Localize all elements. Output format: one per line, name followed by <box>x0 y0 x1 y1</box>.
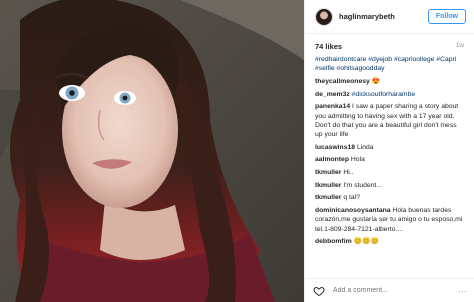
avatar[interactable] <box>315 7 333 26</box>
comment-text: q tal? <box>343 194 360 202</box>
list-item: aalmontep Hola <box>315 155 464 164</box>
instagram-post-view: haglinmarybeth Follow 74 likes 1w #redha… <box>0 0 474 302</box>
more-options-icon[interactable]: ··· <box>458 286 467 296</box>
list-item: tkmuller q tal? <box>315 193 464 202</box>
post-details-panel: haglinmarybeth Follow 74 likes 1w #redha… <box>304 0 474 302</box>
comment-username[interactable]: lucaswins18 <box>315 144 355 151</box>
add-comment-bar: ··· <box>305 278 474 302</box>
post-time[interactable]: 1w <box>456 42 464 51</box>
comment-username[interactable]: aalmontep <box>315 156 349 163</box>
comment-text[interactable]: #dicksoutforharambe <box>352 91 415 98</box>
post-header: haglinmarybeth Follow <box>305 0 474 34</box>
comment-text: I'm student... <box>343 181 383 189</box>
comment-username[interactable]: dominicanosoysantana <box>315 207 391 214</box>
comment-text: 😊😊😊 <box>353 238 379 246</box>
selfie-image <box>0 0 304 302</box>
comment-text: 😍 <box>371 77 381 85</box>
heart-icon[interactable] <box>313 285 325 297</box>
list-item: de_mem3z #dicksoutforharambe <box>315 90 464 99</box>
comment-list: #redhairdontcare #dyejob #caprioollege #… <box>305 55 474 277</box>
list-item: lucaswins18 Linda <box>315 143 464 152</box>
add-comment-input[interactable] <box>333 287 458 294</box>
comment-text: Hola <box>350 156 365 164</box>
list-item: theycallmeonesy 😍 <box>315 77 464 86</box>
comment-username[interactable]: debbomfim <box>315 238 352 245</box>
likes-count[interactable]: 74 likes <box>315 42 342 51</box>
caption-hashtags[interactable]: #redhairdontcare #dyejob #caprioollege #… <box>315 55 464 73</box>
post-photo[interactable] <box>0 0 304 302</box>
list-item: panenka14 I saw a paper sharing a story … <box>315 102 464 139</box>
comment-username[interactable]: tkmuller <box>315 169 341 176</box>
list-item: tkmuller I'm student... <box>315 181 464 190</box>
username-link[interactable]: haglinmarybeth <box>339 12 428 21</box>
comment-username[interactable]: theycallmeonesy <box>315 78 370 85</box>
list-item: tkmuller Hi.. <box>315 168 464 177</box>
list-item: dominicanosoysantana Hola buenas tardes … <box>315 206 464 234</box>
follow-button[interactable]: Follow <box>427 9 466 24</box>
comment-text: Hi.. <box>343 169 354 177</box>
comment-username[interactable]: tkmuller <box>315 182 341 189</box>
post-meta: 74 likes 1w <box>305 34 474 55</box>
comment-text: Linda <box>356 143 374 151</box>
comment-username[interactable]: panenka14 <box>315 103 350 110</box>
comment-username[interactable]: tkmuller <box>315 194 341 201</box>
list-item: debbomfim 😊😊😊 <box>315 237 464 246</box>
comment-username[interactable]: de_mem3z <box>315 91 350 98</box>
